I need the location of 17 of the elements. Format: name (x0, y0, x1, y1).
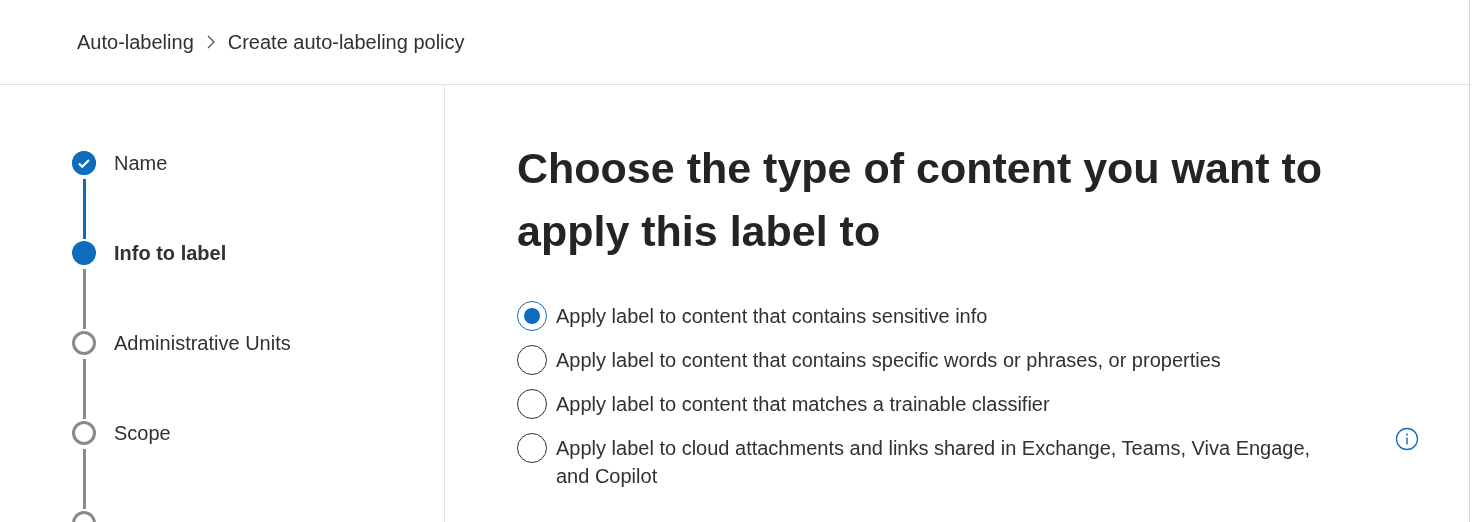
step-label[interactable]: Scope (114, 421, 171, 511)
radio-button[interactable] (517, 389, 547, 419)
step-label[interactable]: Name (114, 151, 168, 241)
option-label[interactable]: Apply label to content that contains specific words or phrases, or properties (556, 345, 1221, 374)
breadcrumb-link[interactable]: Auto-labeling (77, 30, 194, 54)
option-label[interactable]: Apply label to content that contains sensitive info (556, 301, 988, 330)
radio-button[interactable] (517, 345, 547, 375)
step-label[interactable]: Info to label (114, 241, 227, 331)
step-label[interactable]: Administrative Units (114, 331, 291, 421)
option-label[interactable]: Apply label to content that matches a trainable classifier (556, 389, 1050, 418)
option-label[interactable]: Apply label to cloud attachments and links shared in Exchange, Teams, Viva Engage, and Copilot (556, 433, 1346, 490)
breadcrumb-link[interactable]: Create auto-labeling policy (227, 30, 465, 54)
radio-button[interactable] (517, 433, 547, 463)
radio-button[interactable] (517, 301, 547, 331)
page-heading: Choose the type of content you want to apply this label to (517, 143, 1324, 257)
info-icon[interactable] (1395, 427, 1419, 451)
chevron-right-icon (205, 35, 216, 49)
